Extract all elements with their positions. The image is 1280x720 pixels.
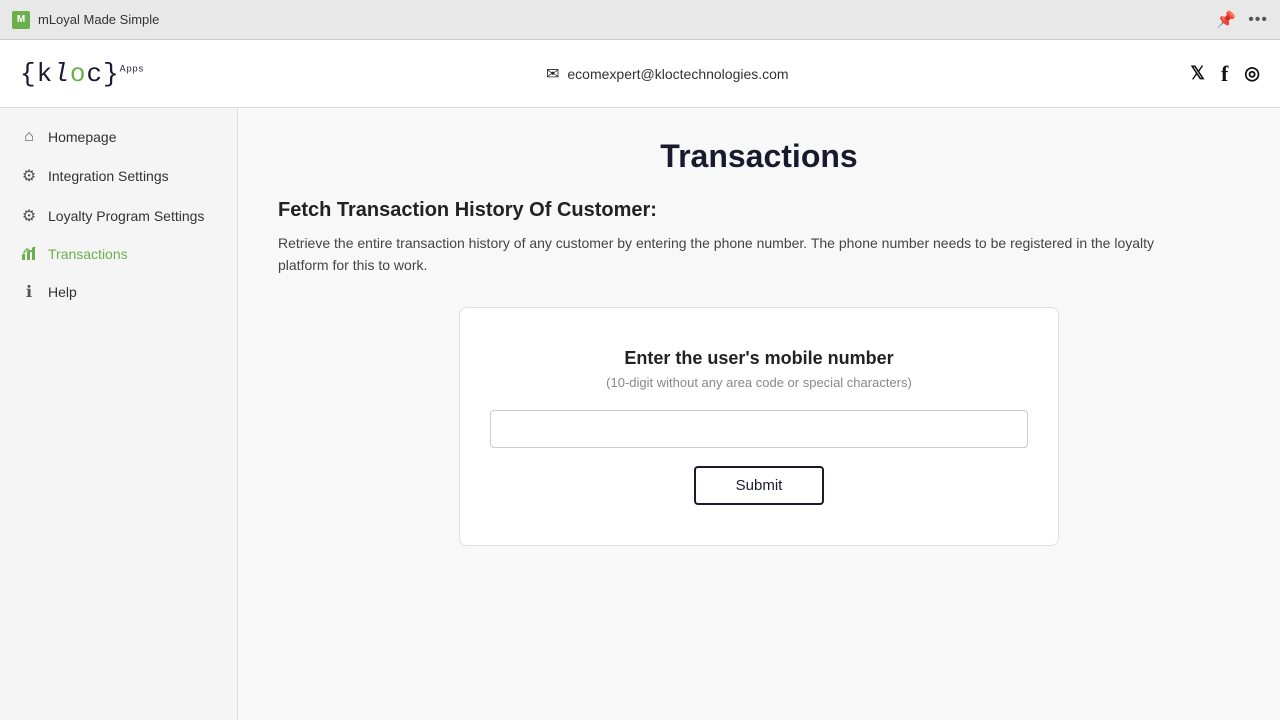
browser-pin-icon[interactable]: 📌 (1216, 10, 1236, 30)
logo-c: c (86, 59, 103, 89)
sidebar: ⌂ Homepage ⚙ Integration Settings ⚙ Loya… (0, 108, 238, 720)
browser-bar: M mLoyal Made Simple 📌 ••• (0, 0, 1280, 40)
help-icon: ℹ (20, 282, 38, 302)
main-layout: ⌂ Homepage ⚙ Integration Settings ⚙ Loya… (0, 108, 1280, 720)
logo-apps: Apps (120, 63, 145, 73)
card-title: Enter the user's mobile number (624, 348, 893, 369)
sidebar-item-transactions-label: Transactions (48, 246, 128, 262)
twitter-icon[interactable]: 𝕏 (1190, 63, 1205, 84)
sidebar-item-loyalty-program-settings[interactable]: ⚙ Loyalty Program Settings (0, 196, 237, 236)
sidebar-item-loyalty-label: Loyalty Program Settings (48, 208, 204, 224)
sidebar-item-integration-label: Integration Settings (48, 168, 169, 184)
mobile-input-card: Enter the user's mobile number (10-digit… (459, 307, 1059, 546)
logo-close-brace: } (103, 59, 120, 89)
transactions-icon (20, 246, 38, 262)
logo-l: l (53, 59, 70, 89)
sidebar-item-homepage-label: Homepage (48, 129, 117, 145)
mobile-number-input[interactable] (490, 410, 1028, 448)
sidebar-item-help[interactable]: ℹ Help (0, 272, 237, 312)
browser-tab-title: mLoyal Made Simple (38, 12, 159, 27)
browser-bar-left: M mLoyal Made Simple (12, 11, 159, 29)
header-email-section: ✉ ecomexpert@kloctechnologies.com (546, 64, 789, 84)
browser-favicon: M (12, 11, 30, 29)
email-icon: ✉ (546, 64, 559, 84)
main-content: Transactions Fetch Transaction History O… (238, 108, 1280, 720)
card-subtitle: (10-digit without any area code or speci… (606, 375, 912, 390)
sidebar-item-transactions[interactable]: Transactions (0, 236, 237, 272)
facebook-icon[interactable]: f (1221, 61, 1228, 87)
gear-icon-integration: ⚙ (20, 166, 38, 186)
browser-bar-right: 📌 ••• (1216, 10, 1268, 30)
browser-menu-icon[interactable]: ••• (1248, 11, 1268, 29)
section-description: Retrieve the entire transaction history … (278, 232, 1178, 277)
sidebar-item-homepage[interactable]: ⌂ Homepage (0, 118, 237, 156)
home-icon: ⌂ (20, 128, 38, 146)
social-icons: 𝕏 f ◎ (1190, 61, 1260, 87)
sidebar-item-integration-settings[interactable]: ⚙ Integration Settings (0, 156, 237, 196)
gear-icon-loyalty: ⚙ (20, 206, 38, 226)
header-email-text: ecomexpert@kloctechnologies.com (567, 66, 788, 82)
logo-open-brace: { (20, 59, 37, 89)
logo: {kloc}Apps (20, 59, 144, 89)
instagram-icon[interactable]: ◎ (1244, 63, 1260, 84)
logo-k: k (37, 59, 54, 89)
page-title: Transactions (278, 138, 1240, 175)
submit-button[interactable]: Submit (694, 466, 825, 505)
app-header: {kloc}Apps ✉ ecomexpert@kloctechnologies… (0, 40, 1280, 108)
logo-o: o (70, 59, 87, 89)
section-title: Fetch Transaction History Of Customer: (278, 199, 1240, 222)
sidebar-item-help-label: Help (48, 284, 77, 300)
